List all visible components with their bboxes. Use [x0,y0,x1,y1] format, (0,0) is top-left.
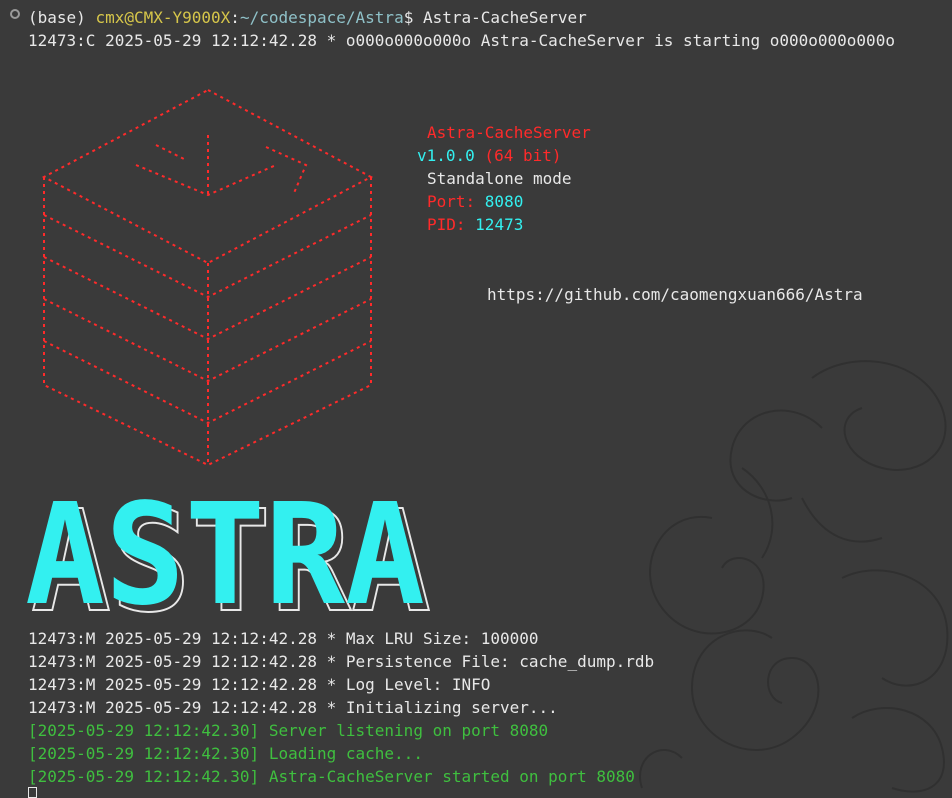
command-line: (base) cmx@CMX-Y9000X:~/codespace/Astra$… [28,6,587,29]
bitness: (64 bit) [474,146,562,165]
port-value: 8080 [484,192,524,211]
pid-value: 12473 [475,215,524,234]
status-line: [2025-05-29 12:12:42.30] Astra-CacheServ… [28,767,635,786]
pid-label: PID: [427,215,476,234]
pid-line: PID: 12473 [427,213,523,236]
terminal-cursor[interactable] [28,787,37,798]
command-text: Astra-CacheServer [422,8,587,27]
version: v1.0.0 [417,146,475,165]
log-line: 12473:M 2025-05-29 12:12:42.28 * Persist… [28,652,655,671]
log-line: 12473:M 2025-05-29 12:12:42.28 * Max LRU… [28,629,539,648]
port-line: Port: 8080 [427,190,523,213]
current-path: ~/codespace/Astra [239,8,404,27]
conda-env: (base) [28,8,96,27]
banner-text: ASTRA [25,488,425,616]
log-line: 12473:M 2025-05-29 12:12:42.28 * Initial… [28,698,558,717]
prompt-dollar: $ [403,8,423,27]
status-line: [2025-05-29 12:12:42.30] Loading cache..… [28,744,423,763]
prompt-status-icon [10,9,20,19]
start-log-line: 12473:C 2025-05-29 12:12:42.28 * o000o00… [28,31,895,50]
rose-background-image [639,360,949,793]
prompt-separator: : [230,8,240,27]
port-label: Port: [427,192,485,211]
astra-cube-logo [41,88,374,467]
user-host: cmx@CMX-Y9000X [95,8,231,27]
repo-url[interactable]: https://github.com/caomengxuan666/Astra [487,283,863,306]
astra-banner: ASTRA ASTRA [25,488,432,616]
server-name: Astra-CacheServer [427,123,591,142]
mode: Standalone mode [427,169,572,188]
status-line: [2025-05-29 12:12:42.30] Server listenin… [28,721,549,740]
log-line: 12473:M 2025-05-29 12:12:42.28 * Log Lev… [28,675,491,694]
version-line: v1.0.0 (64 bit) [417,144,562,167]
